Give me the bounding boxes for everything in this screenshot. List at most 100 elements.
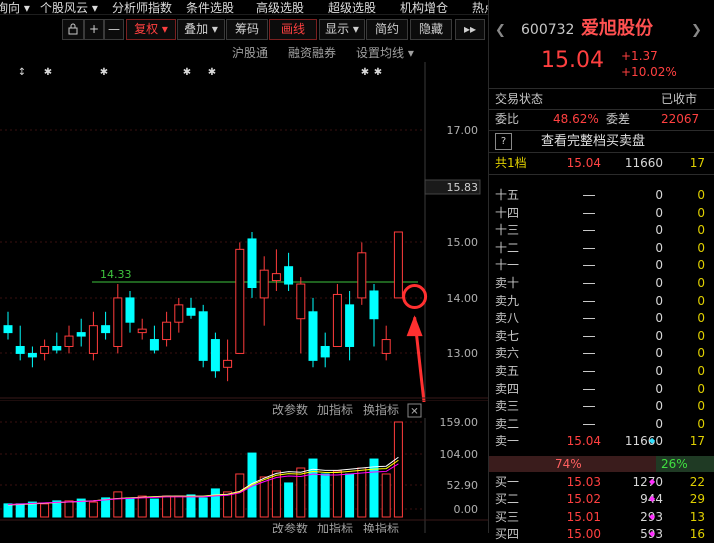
buy-order-row[interactable]: 买三 15.01 293 ◆ 13 — [489, 508, 714, 526]
prev-stock-arrow[interactable]: ❮ — [495, 22, 506, 39]
candle-body[interactable] — [3, 325, 13, 334]
volume-tick-label: 52.90 — [447, 479, 479, 492]
sell-order-row[interactable]: 卖九 0 0 — [489, 292, 714, 310]
candle-body[interactable] — [186, 307, 196, 316]
candle-body[interactable] — [357, 252, 367, 299]
candle-body[interactable] — [27, 352, 37, 358]
candle-body[interactable] — [345, 304, 355, 347]
candle-body[interactable] — [88, 325, 98, 354]
candle-body[interactable] — [296, 283, 306, 320]
event-marker-icon[interactable]: ✱ — [44, 67, 52, 78]
sell-order-row[interactable]: 卖六 0 0 — [489, 344, 714, 362]
chip-button[interactable]: 筹码 — [226, 19, 268, 40]
indicator-switch-button[interactable]: 换指标 — [363, 521, 399, 533]
menu-item-1[interactable]: 个股风云 ▾ — [40, 0, 98, 14]
candle-body[interactable] — [320, 345, 330, 358]
candle-body[interactable] — [64, 335, 74, 347]
candle-body[interactable] — [210, 339, 220, 372]
sell-order-row[interactable]: 卖七 0 0 — [489, 327, 714, 345]
help-icon[interactable]: ? — [495, 133, 512, 150]
volume-bar — [320, 473, 330, 518]
sell-order-row[interactable]: 卖二 0 0 — [489, 415, 714, 433]
overlay-dropdown[interactable]: 叠加 ▾ — [177, 19, 225, 40]
candle-body[interactable] — [235, 248, 245, 354]
volume-params-button[interactable]: 改参数 — [272, 402, 308, 417]
buy-order-row[interactable]: 买二 15.02 944 ◆ 29 — [489, 490, 714, 508]
hgt-link[interactable]: 沪股通 — [232, 44, 268, 61]
sell-order-row[interactable]: 卖五 0 0 — [489, 362, 714, 380]
volume-bar — [332, 470, 342, 518]
candle-body[interactable] — [284, 266, 294, 285]
candlestick-chart[interactable]: 17.00 15.00 14.00 13.00 15.83 ↕ ✱ ✱ ✱ ✱ ✱ ✱ 14.33 — [0, 62, 488, 402]
candle-body[interactable] — [101, 325, 111, 334]
next-stock-arrow[interactable]: ❯ — [691, 22, 702, 39]
sell-order-row[interactable]: 卖四 0 0 — [489, 380, 714, 398]
set-ma-dropdown[interactable]: 设置均线 ▾ — [356, 44, 414, 61]
sell-order-row[interactable]: 卖三 0 0 — [489, 397, 714, 415]
indicator-params-button[interactable]: 改参数 — [272, 521, 308, 533]
event-marker-icon[interactable]: ✱ — [100, 67, 108, 78]
candle-body[interactable] — [247, 238, 257, 289]
event-marker-icon[interactable]: ✱ — [208, 67, 216, 78]
simple-button[interactable]: 简约 — [366, 19, 408, 40]
sell-order-row[interactable]: 卖十 0 0 — [489, 274, 714, 292]
menu-item-6[interactable]: 机构增仓 — [400, 0, 448, 14]
event-marker-icon[interactable]: ✱ — [183, 67, 191, 78]
zoom-in-button[interactable]: + — [84, 19, 104, 40]
event-marker-icon[interactable]: ✱ — [374, 67, 382, 78]
sell-order-row[interactable]: 十一 0 0 — [489, 256, 714, 274]
candle-body[interactable] — [162, 321, 172, 341]
candle-body[interactable] — [369, 290, 379, 320]
candle-body[interactable] — [15, 345, 25, 354]
display-dropdown[interactable]: 显示 ▾ — [319, 19, 365, 40]
menu-item-5[interactable]: 超级选股 — [328, 0, 376, 14]
candle-body[interactable] — [149, 339, 159, 351]
buy-order-row[interactable]: 买四 15.00 593 ◆ 16 — [489, 525, 714, 543]
candle-body[interactable] — [52, 345, 62, 351]
candle-body[interactable] — [332, 293, 342, 347]
menu-item-4[interactable]: 高级选股 — [256, 0, 304, 14]
volume-add-button[interactable]: 加指标 — [317, 402, 353, 417]
more-arrow-button[interactable]: ▸▸ — [455, 19, 485, 40]
candle-body[interactable] — [259, 269, 269, 299]
menu-item-3[interactable]: 条件选股 — [186, 0, 234, 14]
order-price — [583, 309, 595, 327]
candle-body[interactable] — [381, 339, 391, 354]
hide-button[interactable]: 隐藏 — [410, 19, 452, 40]
menu-item-0[interactable]: 询向 ▾ — [0, 0, 30, 14]
lock-button[interactable] — [62, 19, 84, 40]
sell-order-row[interactable]: 卖一 15.04 11660 ◆ 17 — [489, 432, 714, 450]
full-order-book-button[interactable]: 查看完整档买卖盘 — [541, 133, 645, 150]
indicator-add-button[interactable]: 加指标 — [317, 521, 353, 533]
candle-body[interactable] — [40, 345, 50, 354]
candle-body[interactable] — [308, 311, 318, 361]
order-level-label: 卖七 — [495, 328, 520, 343]
sell-order-row[interactable]: 十四 0 0 — [489, 204, 714, 222]
candle-body[interactable] — [137, 328, 147, 334]
event-marker-icon[interactable]: ✱ — [361, 67, 369, 78]
sell-order-row[interactable]: 十五 0 0 — [489, 186, 714, 204]
candle-body[interactable] — [393, 231, 403, 299]
buy-ratio: 26% — [661, 457, 688, 471]
zoom-out-button[interactable]: — — [104, 19, 124, 40]
fuquan-dropdown[interactable]: 复权 ▾ — [126, 19, 176, 40]
sell-order-row[interactable]: 十二 0 0 — [489, 239, 714, 257]
event-marker-icon[interactable]: ↕ — [18, 67, 26, 78]
candle-body[interactable] — [174, 304, 184, 323]
order-level-label: 卖二 — [495, 416, 520, 431]
sell-order-row[interactable]: 卖八 0 0 — [489, 309, 714, 327]
candle-body[interactable] — [113, 297, 123, 347]
candle-body[interactable] — [271, 273, 281, 282]
menu-item-2[interactable]: 分析师指数 — [112, 0, 172, 14]
volume-chart[interactable]: 改参数 加指标 换指标 ✕159.00104.0052.900.00改参数 加指标 换指标 — [0, 400, 488, 533]
candle-body[interactable] — [125, 297, 135, 323]
draw-line-button[interactable]: 画线 — [269, 19, 317, 40]
candle-body[interactable] — [76, 332, 86, 337]
candle-body[interactable] — [223, 359, 233, 368]
order-volume: 0 — [655, 188, 663, 202]
candle-body[interactable] — [198, 311, 208, 361]
sell-order-row[interactable]: 十三 0 0 — [489, 221, 714, 239]
volume-switch-button[interactable]: 换指标 — [363, 402, 399, 417]
rzrq-link[interactable]: 融资融券 — [288, 44, 336, 61]
buy-order-row[interactable]: 买一 15.03 1270 ◆ 22 — [489, 473, 714, 491]
